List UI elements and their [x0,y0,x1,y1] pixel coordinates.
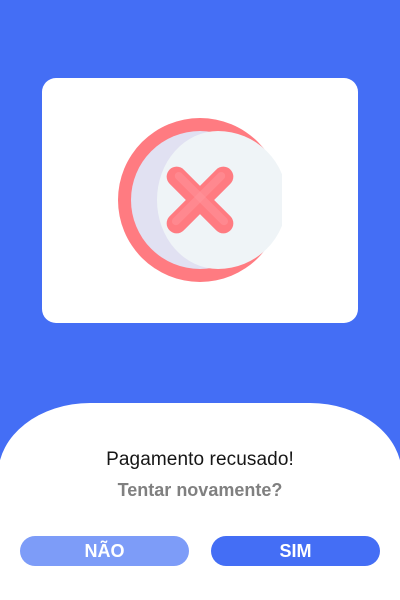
dialog-title: Pagamento recusado! [106,449,294,470]
retry-question: Tentar novamente? [117,480,283,500]
status-card [42,78,358,323]
yes-button[interactable]: SIM [211,536,380,566]
no-button[interactable]: NÃO [20,536,189,566]
declined-icon-container [118,118,282,282]
payment-declined-screen: Pagamento recusado! Tentar novamente? NÃ… [0,0,400,600]
payment-declined-x-icon [118,118,282,282]
